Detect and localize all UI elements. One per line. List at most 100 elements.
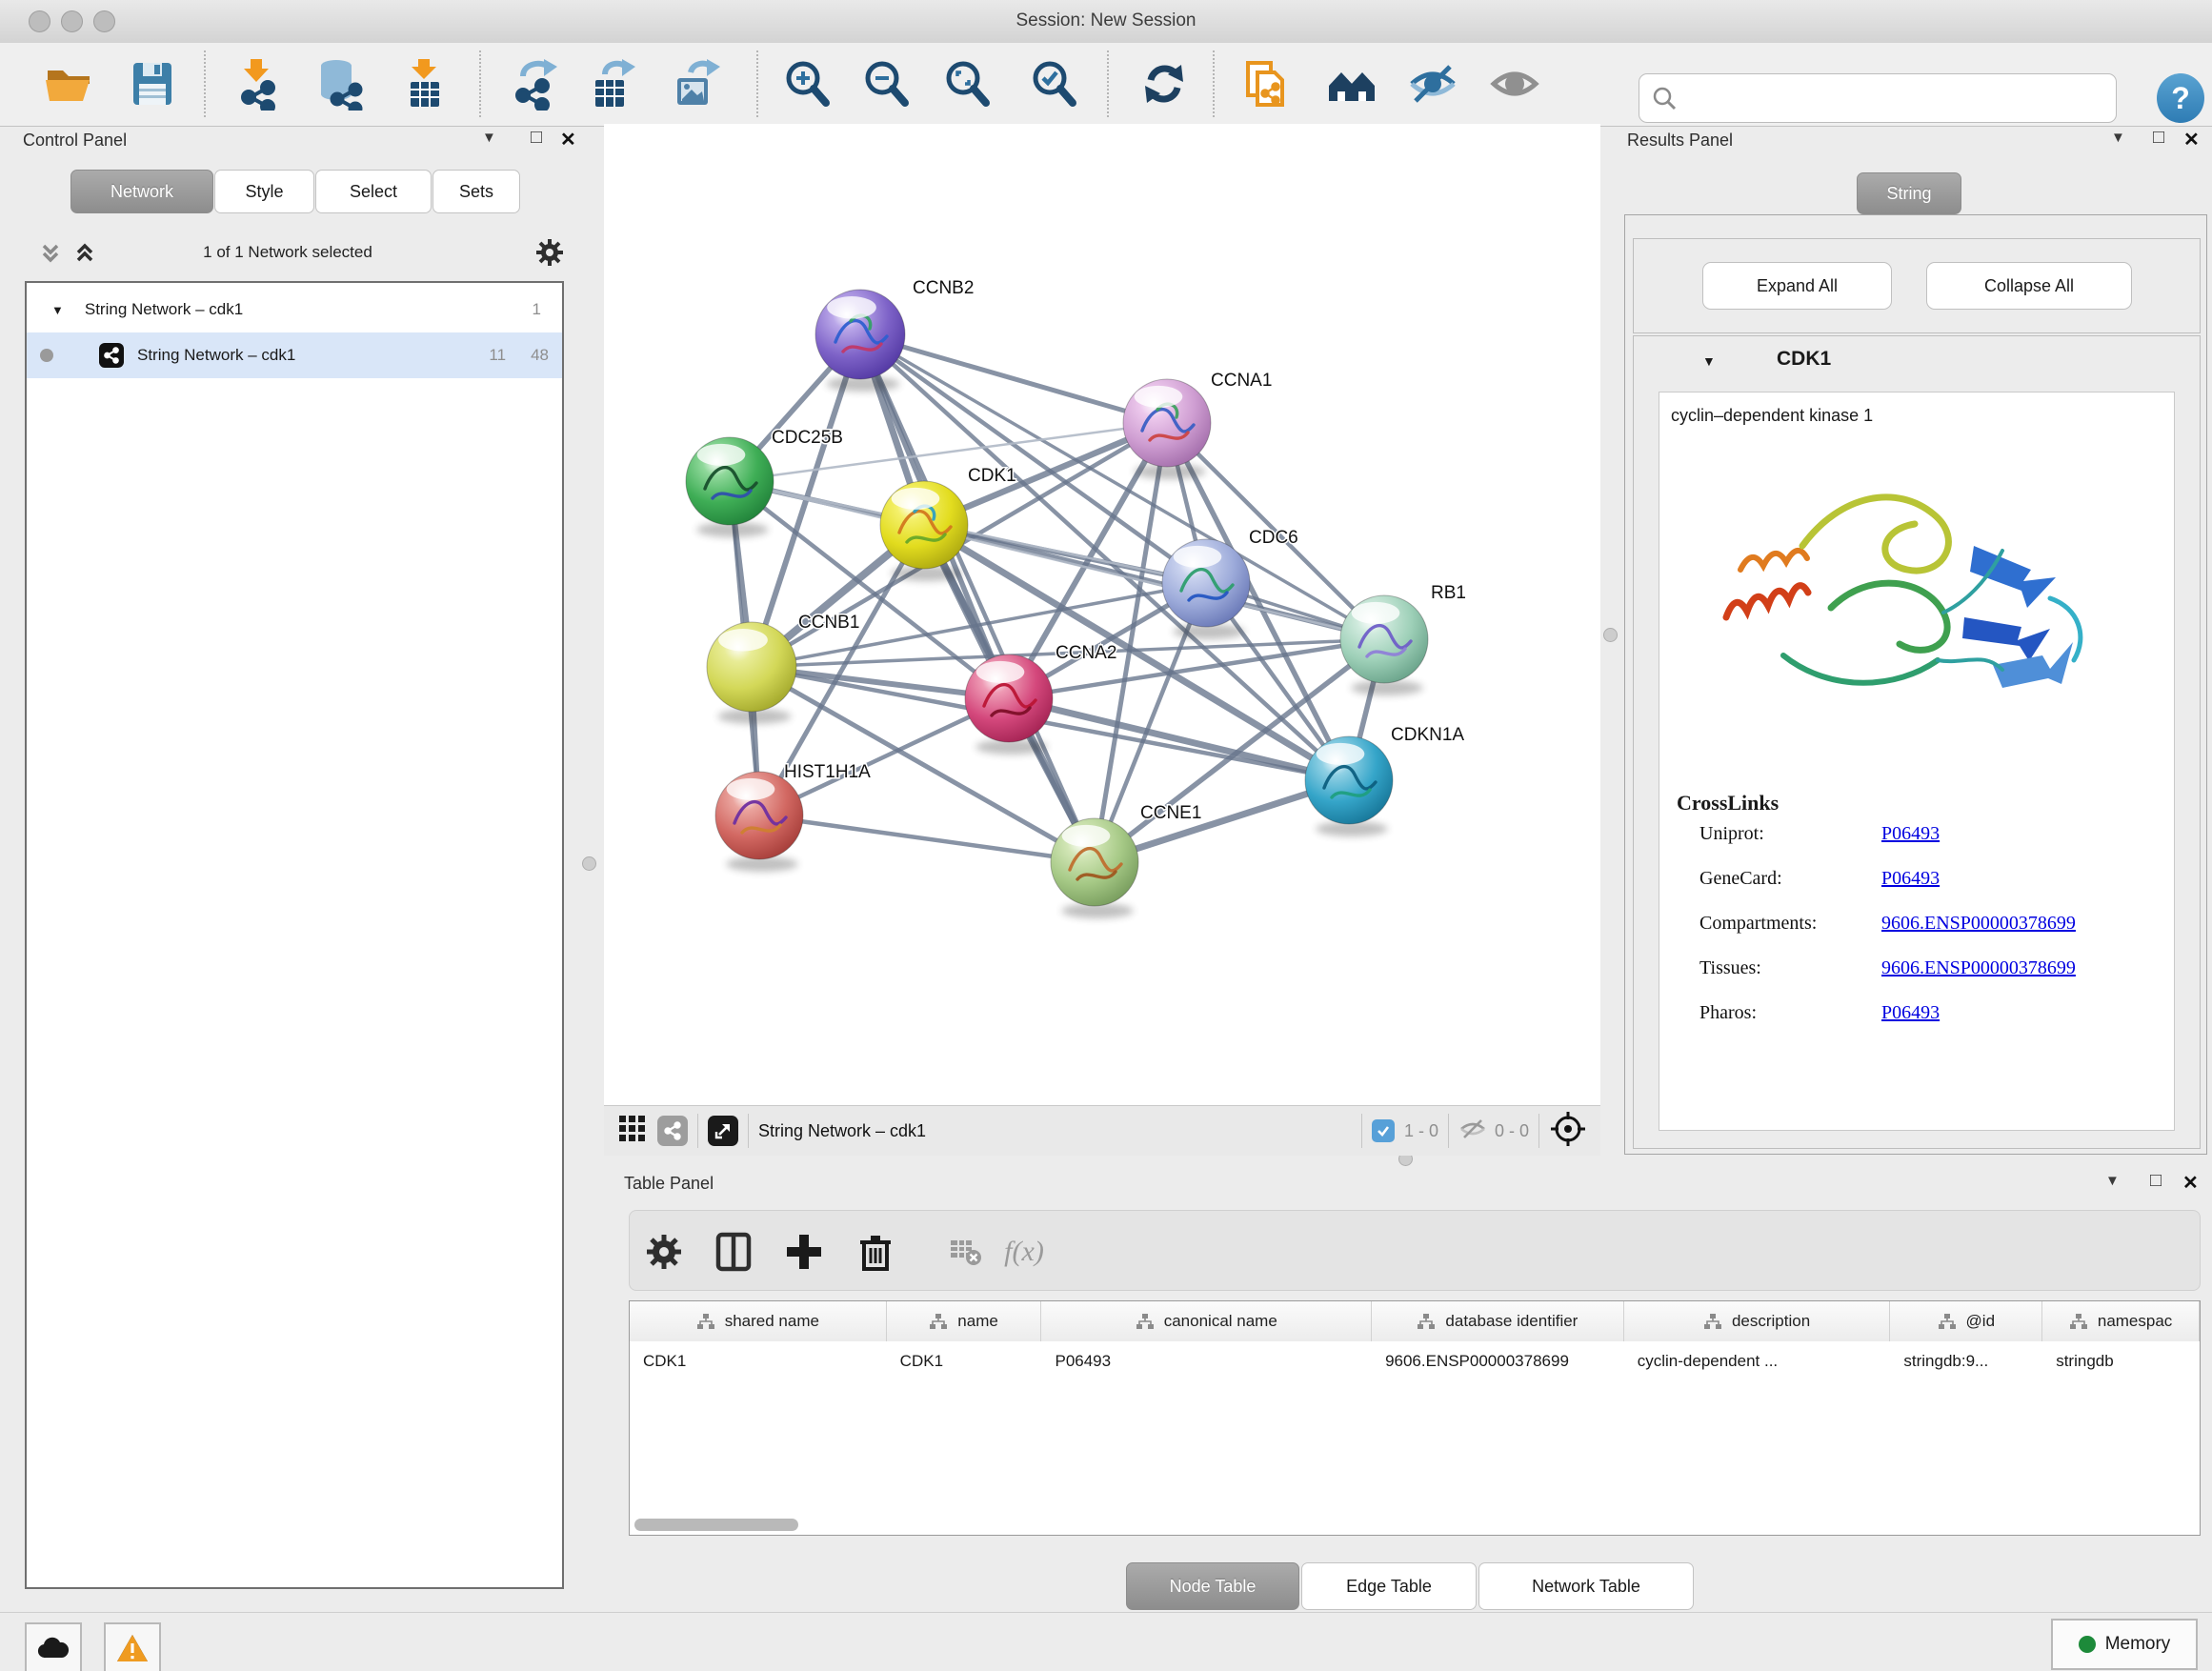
export-image-icon[interactable] (667, 56, 722, 111)
tab-style[interactable]: Style (214, 170, 314, 213)
column-header-canonical-name[interactable]: canonical name (1041, 1301, 1372, 1341)
column-header-description[interactable]: description (1624, 1301, 1891, 1341)
table-cell[interactable]: 9606.ENSP00000378699 (1372, 1341, 1624, 1380)
right-splitter-handle[interactable] (1603, 628, 1618, 642)
table-row[interactable]: CDK1CDK1P064939606.ENSP00000378699cyclin… (630, 1341, 2200, 1380)
zoom-fit-icon[interactable] (939, 56, 995, 111)
tab-network-table[interactable]: Network Table (1478, 1562, 1694, 1610)
network-edge[interactable] (759, 815, 1095, 862)
column-header-name[interactable]: name (887, 1301, 1042, 1341)
table-cell[interactable]: CDK1 (630, 1341, 887, 1380)
results-panel-collapse-icon[interactable]: ▼ (2111, 130, 2125, 146)
home-icon[interactable] (1324, 56, 1379, 111)
zoom-out-icon[interactable] (858, 56, 914, 111)
refresh-icon[interactable] (1136, 56, 1192, 111)
delete-column-icon[interactable] (847, 1223, 904, 1280)
gene-section-expander-icon[interactable]: ▼ (1702, 353, 1716, 369)
column-header-database-identifier[interactable]: database identifier (1372, 1301, 1624, 1341)
tab-select[interactable]: Select (315, 170, 432, 213)
tab-edge-table[interactable]: Edge Table (1301, 1562, 1477, 1610)
import-table-icon[interactable] (396, 56, 452, 111)
table-cell[interactable]: stringdb (2042, 1341, 2200, 1380)
string-overlay-icon[interactable] (657, 1116, 688, 1146)
control-panel-collapse-icon[interactable]: ▼ (482, 130, 496, 146)
control-panel-float-icon[interactable]: □ (531, 127, 542, 149)
table-panel-collapse-icon[interactable]: ▼ (2105, 1173, 2120, 1189)
network-canvas[interactable]: CCNB2CCNA1CDC25BCDK1CDC6RB1CCNB1CCNA2CDK… (604, 124, 1600, 1105)
delete-table-icon (937, 1223, 995, 1280)
crosslink-value-link[interactable]: P06493 (1881, 1002, 1940, 1024)
table-header-row: shared namenamecanonical namedatabase id… (630, 1301, 2200, 1342)
hide-unhide-icon[interactable] (1405, 56, 1460, 111)
show-columns-icon[interactable] (705, 1223, 762, 1280)
table-panel-float-icon[interactable]: □ (2150, 1170, 2162, 1192)
tab-node-table[interactable]: Node Table (1126, 1562, 1299, 1610)
network-node[interactable]: CCNB1 (707, 613, 859, 724)
save-session-icon[interactable] (125, 56, 180, 111)
hidden-eye-icon[interactable] (1458, 1117, 1487, 1146)
network-options-gear-icon[interactable] (533, 236, 566, 273)
column-header--id[interactable]: @id (1890, 1301, 2042, 1341)
control-panel-close-icon[interactable]: ✕ (560, 128, 576, 151)
expand-all-button[interactable]: Expand All (1702, 262, 1892, 310)
control-panel-title: Control Panel (23, 131, 127, 151)
grid-view-icon[interactable] (617, 1114, 648, 1149)
table-cell[interactable]: CDK1 (887, 1341, 1042, 1380)
network-node[interactable]: CCNB2 (815, 278, 974, 392)
node-label: RB1 (1431, 583, 1466, 603)
crosslink-label: Tissues: (1699, 957, 1761, 979)
node-label: CDK1 (968, 466, 1016, 486)
table-cell[interactable]: cyclin-dependent ... (1624, 1341, 1891, 1380)
column-header-shared-name[interactable]: shared name (630, 1301, 887, 1341)
table-cell[interactable]: P06493 (1041, 1341, 1372, 1380)
import-network-database-icon[interactable] (312, 56, 368, 111)
column-header-namespac[interactable]: namespac (2042, 1301, 2200, 1341)
export-table-icon[interactable] (583, 56, 638, 111)
node-label: CCNB1 (798, 613, 859, 633)
crosslink-value-link[interactable]: P06493 (1881, 823, 1940, 845)
table-gear-icon[interactable] (635, 1223, 693, 1280)
memory-button[interactable]: Memory (2051, 1619, 2198, 1670)
crosslink-value-link[interactable]: P06493 (1881, 868, 1940, 890)
export-network-icon[interactable] (505, 56, 560, 111)
network-node[interactable]: HIST1H1A (715, 762, 871, 872)
copy-network-icon[interactable] (1237, 56, 1293, 111)
results-panel-close-icon[interactable]: ✕ (2183, 128, 2200, 151)
network-row-selected[interactable]: String Network – cdk1 11 48 (27, 332, 562, 378)
import-network-file-icon[interactable] (229, 56, 284, 111)
birdseye-toggle-icon[interactable] (1549, 1110, 1587, 1153)
help-button[interactable]: ? (2157, 73, 2204, 123)
node-label: HIST1H1A (784, 762, 871, 782)
tab-string[interactable]: String (1857, 172, 1961, 214)
toolbar-separator (1107, 50, 1109, 117)
crosslink-value-link[interactable]: 9606.ENSP00000378699 (1881, 957, 2076, 979)
network-edge[interactable] (860, 334, 1095, 862)
network-node[interactable]: RB1 (1340, 583, 1466, 695)
results-panel-float-icon[interactable]: □ (2153, 127, 2164, 149)
selected-checkbox-icon[interactable] (1372, 1119, 1395, 1142)
node-label: CDC6 (1249, 528, 1298, 548)
zoom-selected-icon[interactable] (1026, 56, 1081, 111)
network-node[interactable]: CDKN1A (1305, 725, 1464, 836)
collapse-all-button[interactable]: Collapse All (1926, 262, 2132, 310)
cytoscape-window: Session: New Session (0, 0, 2212, 1671)
cloud-status-button[interactable] (25, 1622, 82, 1671)
table-cell[interactable]: stringdb:9... (1890, 1341, 2042, 1380)
add-column-icon[interactable] (775, 1223, 833, 1280)
horizontal-scrollbar-thumb[interactable] (634, 1519, 798, 1531)
tab-sets[interactable]: Sets (432, 170, 520, 213)
table-panel-close-icon[interactable]: ✕ (2182, 1171, 2199, 1195)
search-input-field[interactable] (1678, 78, 2091, 118)
warning-status-button[interactable] (104, 1622, 161, 1671)
crosslink-value-link[interactable]: 9606.ENSP00000378699 (1881, 913, 2076, 935)
node-label: CDC25B (772, 428, 843, 448)
open-in-browser-icon[interactable] (708, 1116, 738, 1146)
bottom-status-bar: Memory (0, 1612, 2212, 1671)
network-collection-row[interactable]: ▼ String Network – cdk1 1 (27, 287, 562, 332)
search-input[interactable] (1639, 73, 2117, 123)
tree-expander-icon[interactable]: ▼ (51, 303, 64, 317)
zoom-in-icon[interactable] (779, 56, 835, 111)
tab-network[interactable]: Network (70, 170, 213, 213)
left-splitter-handle[interactable] (582, 856, 596, 871)
open-session-icon[interactable] (41, 56, 96, 111)
